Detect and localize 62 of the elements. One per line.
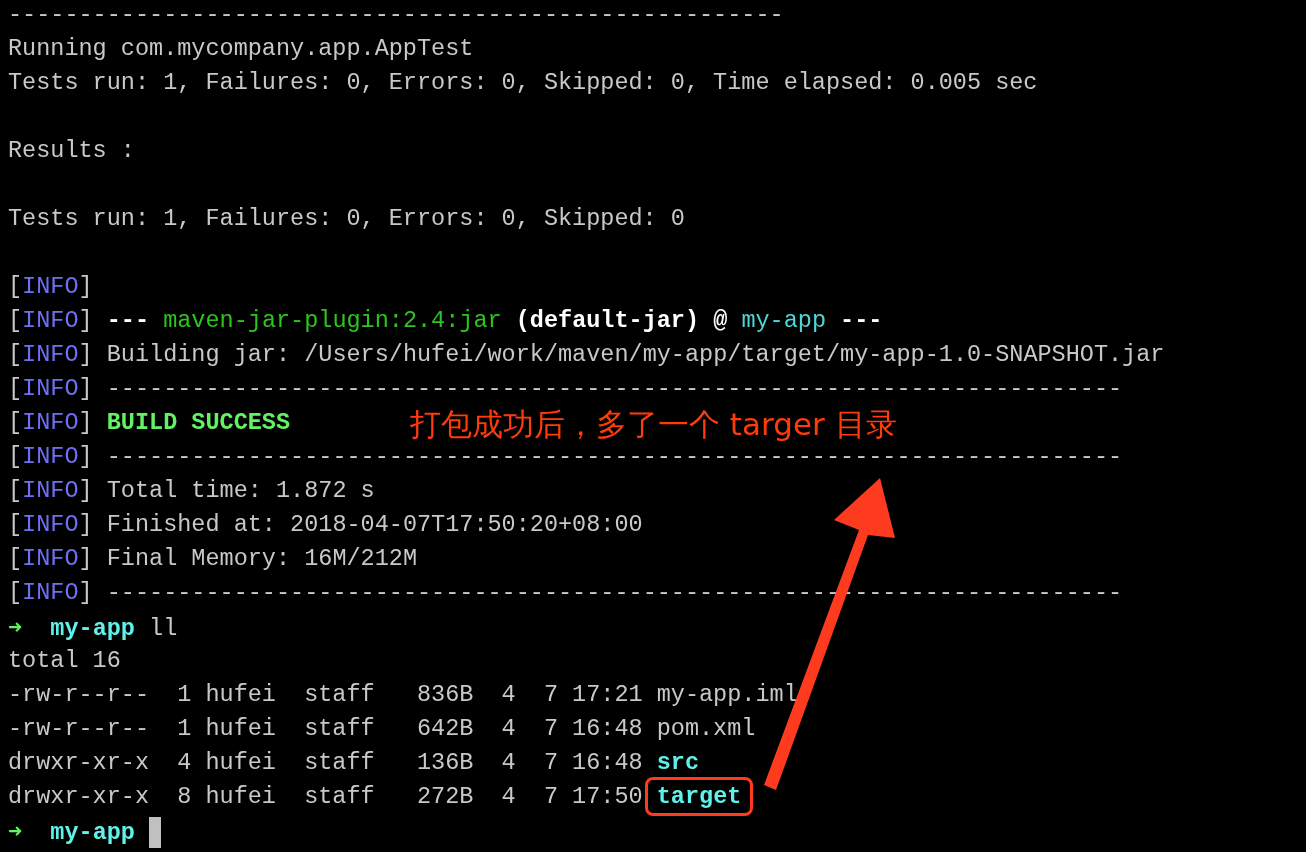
annotation-text: 打包成功后，多了一个 targer 目录 [410, 405, 897, 444]
terminal-text: ] [78, 545, 93, 572]
terminal-text: Results : [8, 137, 135, 164]
terminal-text: [ [8, 273, 23, 300]
terminal-text: Building jar: /Users/hufei/work/maven/my-app/target/my-app-1.0-SNAPSHOT.jar [105, 341, 1165, 368]
terminal-text: [ [8, 443, 23, 470]
project-name: my-app [740, 307, 826, 334]
terminal-text: ] [78, 477, 93, 504]
terminal-text: [ [8, 375, 23, 402]
terminal-text: [ [8, 409, 23, 436]
terminal-text: (default-jar) [514, 307, 700, 334]
terminal-text: Tests run: 1, Failures: 0, Errors: 0, Skipped: 0, Time elapsed: 0.005 sec [8, 69, 1038, 96]
terminal-text: drwxr-xr-x 8 hufei staff 272B 4 7 17:50 [8, 783, 644, 810]
terminal-text: -rw-r--r-- 1 hufei staff 642B 4 7 16:48 pom.xml [8, 715, 756, 742]
log-level: INFO [22, 307, 79, 334]
terminal-text: Finished at: 2018-04-07T17:50:20+08:00 [105, 511, 643, 538]
terminal-text: ------------------------------------------------------- [8, 1, 784, 28]
terminal-text: ] [78, 341, 93, 368]
terminal-text: Total time: 1.872 s [105, 477, 375, 504]
highlighted-directory-name: target [644, 777, 754, 816]
terminal-text: [ [8, 511, 23, 538]
terminal-text: ] [78, 375, 93, 402]
prompt-arrow: ➜ [8, 612, 23, 643]
terminal-text: Running com.mycompany.app.AppTest [8, 35, 474, 62]
terminal-text: ] [78, 511, 93, 538]
directory-name: src [656, 749, 700, 776]
prompt-arrow: ➜ [8, 816, 23, 847]
terminal-text: -rw-r--r-- 1 hufei staff 836B 4 7 17:21 my-app.iml [8, 681, 798, 708]
log-level: INFO [22, 409, 79, 436]
log-level: INFO [22, 375, 79, 402]
terminal-text: ] [78, 273, 93, 300]
terminal-text: --- [839, 307, 883, 334]
log-level: INFO [22, 511, 79, 538]
log-level: INFO [22, 443, 79, 470]
terminal-text: [ [8, 341, 23, 368]
terminal-text: drwxr-xr-x 4 hufei staff 136B 4 7 16:48 [8, 749, 644, 776]
terminal-text: ------------------------------------------------------------------------ [105, 443, 1123, 470]
terminal-text: ] [78, 579, 93, 606]
terminal-text: total 16 [8, 647, 121, 674]
log-level: INFO [22, 579, 79, 606]
terminal-text: [ [8, 579, 23, 606]
directory-name: my-app [49, 615, 135, 642]
terminal-text: Tests run: 1, Failures: 0, Errors: 0, Skipped: 0 [8, 205, 685, 232]
terminal-text: Final Memory: 16M/212M [105, 545, 417, 572]
build-status: BUILD SUCCESS [105, 409, 291, 436]
log-level: INFO [22, 273, 79, 300]
terminal-text: --- [105, 307, 150, 334]
log-level: INFO [22, 341, 79, 368]
terminal-text: ll [148, 615, 178, 642]
terminal-text: ------------------------------------------------------------------------ [105, 579, 1123, 606]
terminal-text: @ [712, 307, 728, 334]
terminal-text: [ [8, 307, 23, 334]
terminal-text: ] [78, 307, 93, 334]
terminal-text: ] [78, 409, 93, 436]
terminal-text: ------------------------------------------------------------------------ [105, 375, 1123, 402]
terminal-text: [ [8, 545, 23, 572]
terminal-text: ] [78, 443, 93, 470]
log-level: INFO [22, 545, 79, 572]
log-level: INFO [22, 477, 79, 504]
terminal-text: [ [8, 477, 23, 504]
plugin-name: maven-jar-plugin:2.4:jar [162, 307, 502, 334]
directory-name: my-app [49, 819, 135, 846]
